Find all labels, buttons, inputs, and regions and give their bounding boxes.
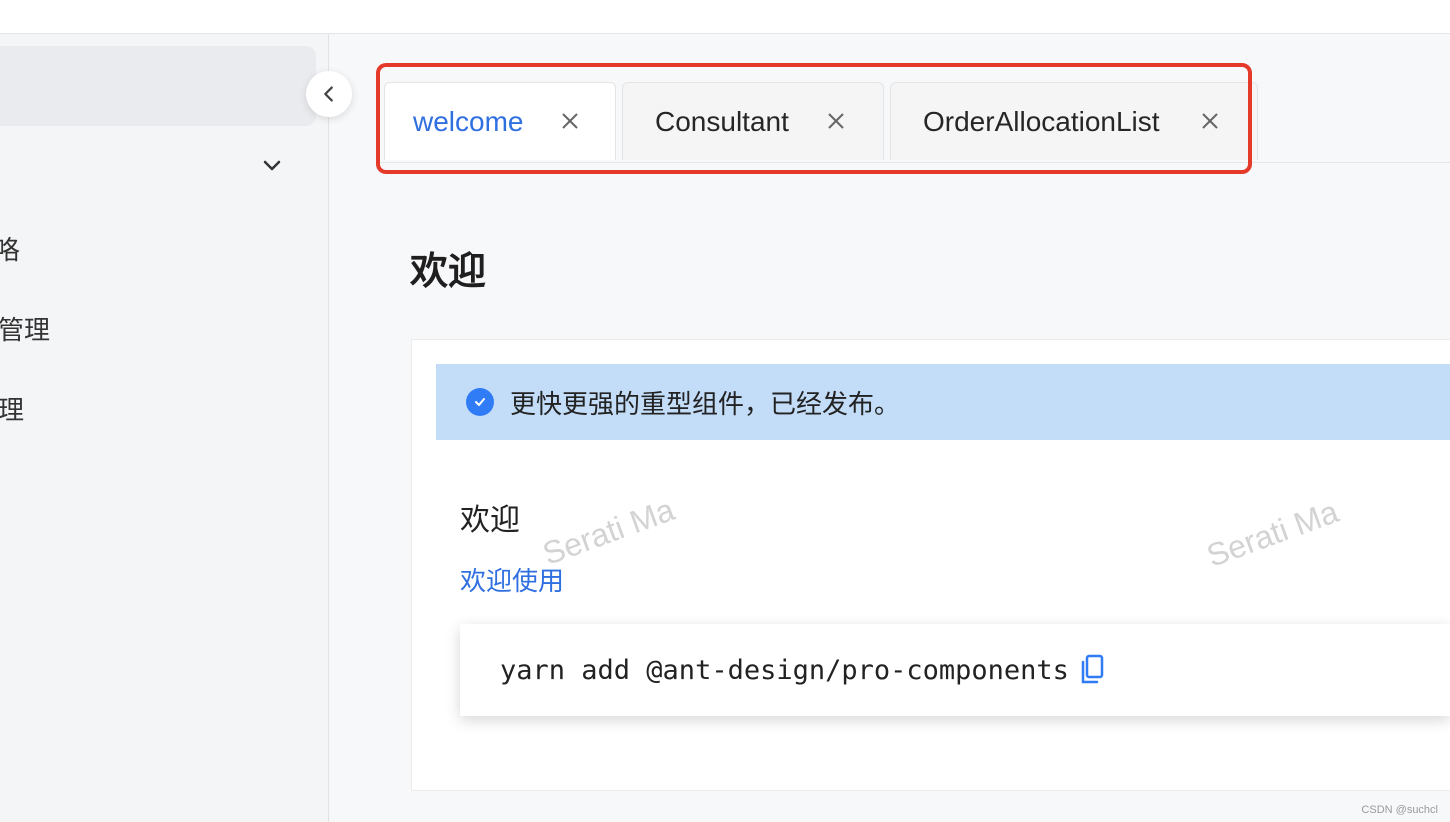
code-block: yarn add @ant-design/pro-components [460,624,1450,716]
tab-label: OrderAllocationList [923,105,1160,137]
chevron-left-icon [324,86,333,102]
close-icon[interactable] [1199,110,1221,132]
close-icon[interactable] [825,110,847,132]
section-heading: 欢迎 [460,503,520,538]
tab-label: welcome [413,105,524,137]
tab-welcome[interactable]: welcome [384,82,616,160]
sidebar-item-3[interactable]: 理 [0,390,24,427]
page-title: 欢迎 [410,249,487,293]
footer-credit: CSDN @suchcl [1361,804,1438,816]
close-icon[interactable] [559,110,581,132]
sidebar-selected-item[interactable] [0,46,316,126]
check-circle-icon [466,388,494,416]
top-header [0,0,1450,34]
sidebar-item-2[interactable]: 管理 [0,310,50,347]
tab-order-allocation-list[interactable]: OrderAllocationList [890,82,1258,160]
tab-label: Consultant [655,105,789,137]
sidebar-collapse-button[interactable] [306,71,352,117]
tab-consultant[interactable]: Consultant [622,82,884,160]
sidebar-item-1[interactable]: 咯 [0,230,20,267]
chevron-down-icon[interactable] [260,154,284,178]
info-alert: 更快更强的重型组件，已经发布。 [436,364,1450,440]
alert-message: 更快更强的重型组件，已经发布。 [510,389,901,420]
install-command: yarn add @ant-design/pro-components [500,654,1069,686]
tabs-bar: welcome Consultant OrderAllocationList [380,82,1450,163]
copy-icon[interactable] [1079,654,1105,686]
sidebar: 咯 管理 理 [0,34,329,822]
welcome-link[interactable]: 欢迎使用 [460,561,564,598]
